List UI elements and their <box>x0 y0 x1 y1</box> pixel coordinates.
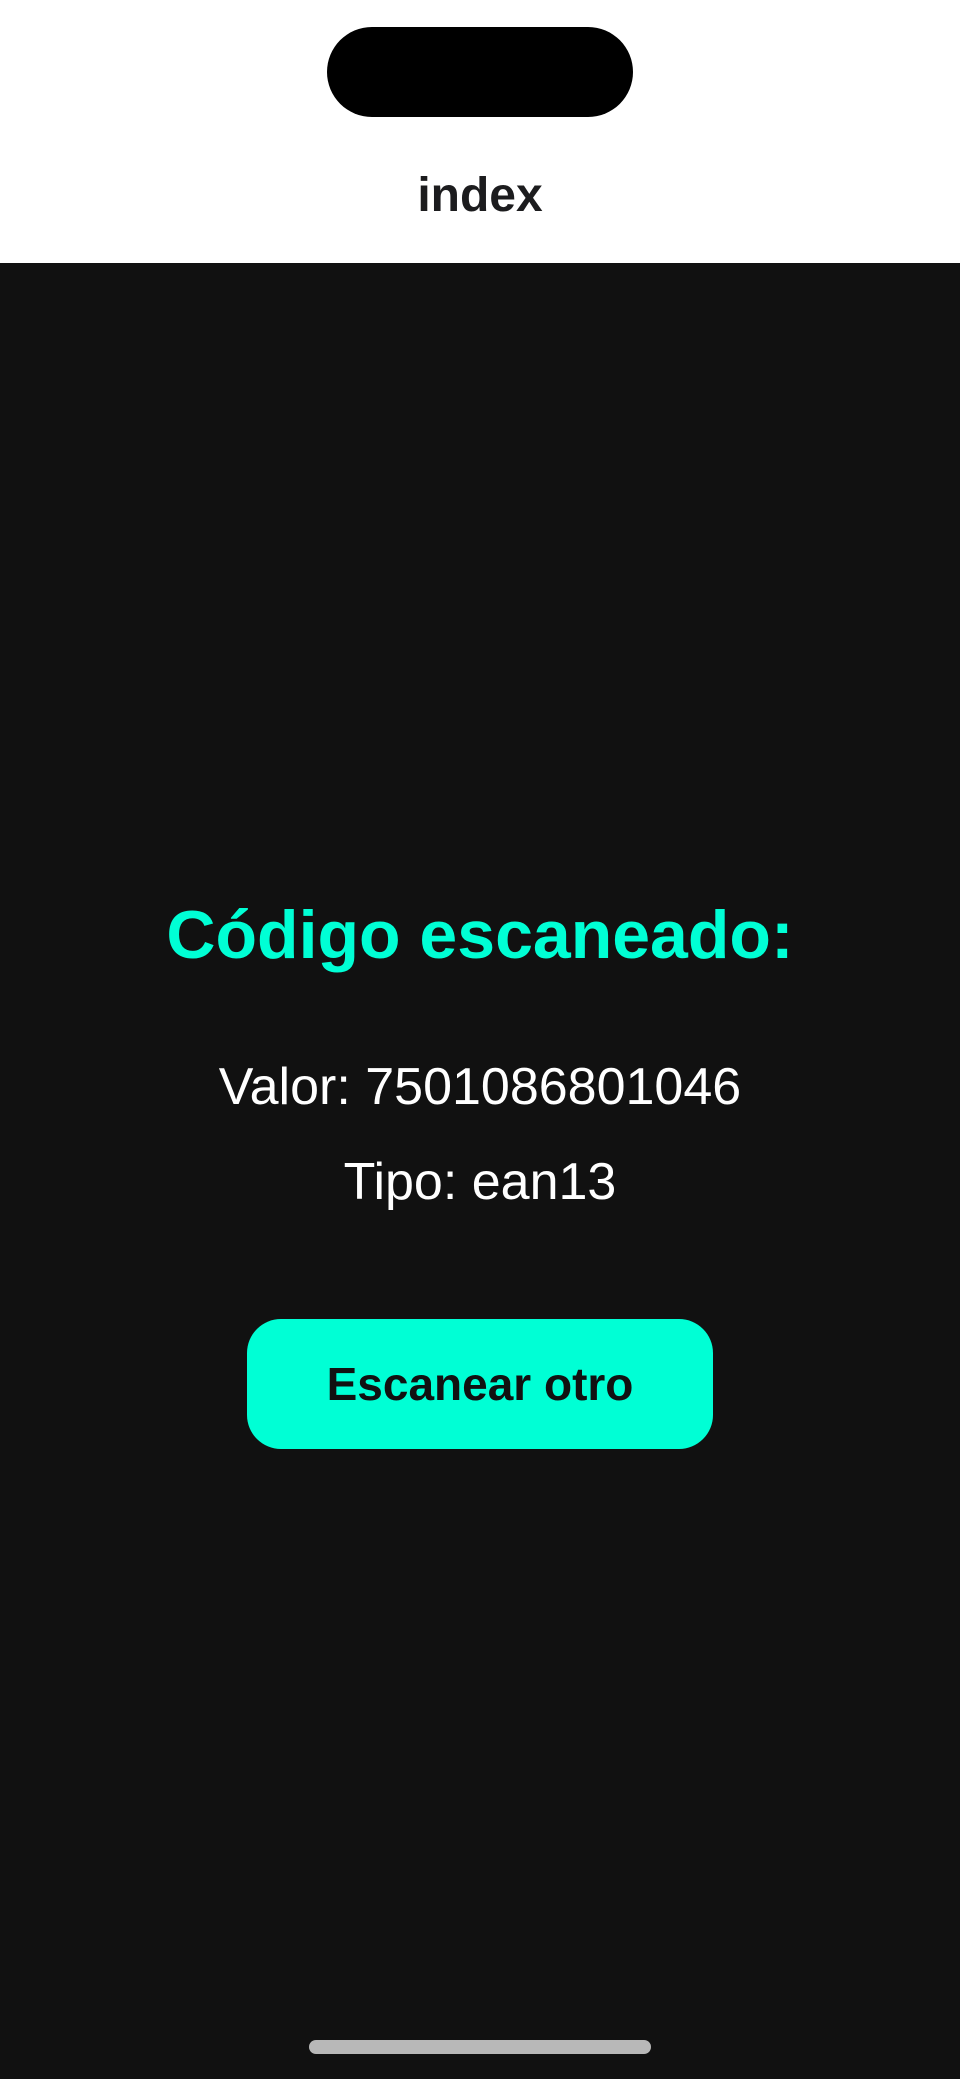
scanned-code-title: Código escaneado: <box>166 897 794 973</box>
home-indicator[interactable] <box>309 2040 651 2054</box>
dynamic-island <box>327 27 633 117</box>
navigation-header: index <box>0 0 960 263</box>
scanned-value-text: Valor: 7501086801046 <box>218 1058 742 1116</box>
app-screen: index Código escaneado: Valor: 750108680… <box>0 0 960 2079</box>
page-title: index <box>417 169 543 222</box>
scanned-type-text: Tipo: ean13 <box>343 1153 617 1211</box>
scan-another-button[interactable]: Escanear otro <box>247 1319 713 1449</box>
